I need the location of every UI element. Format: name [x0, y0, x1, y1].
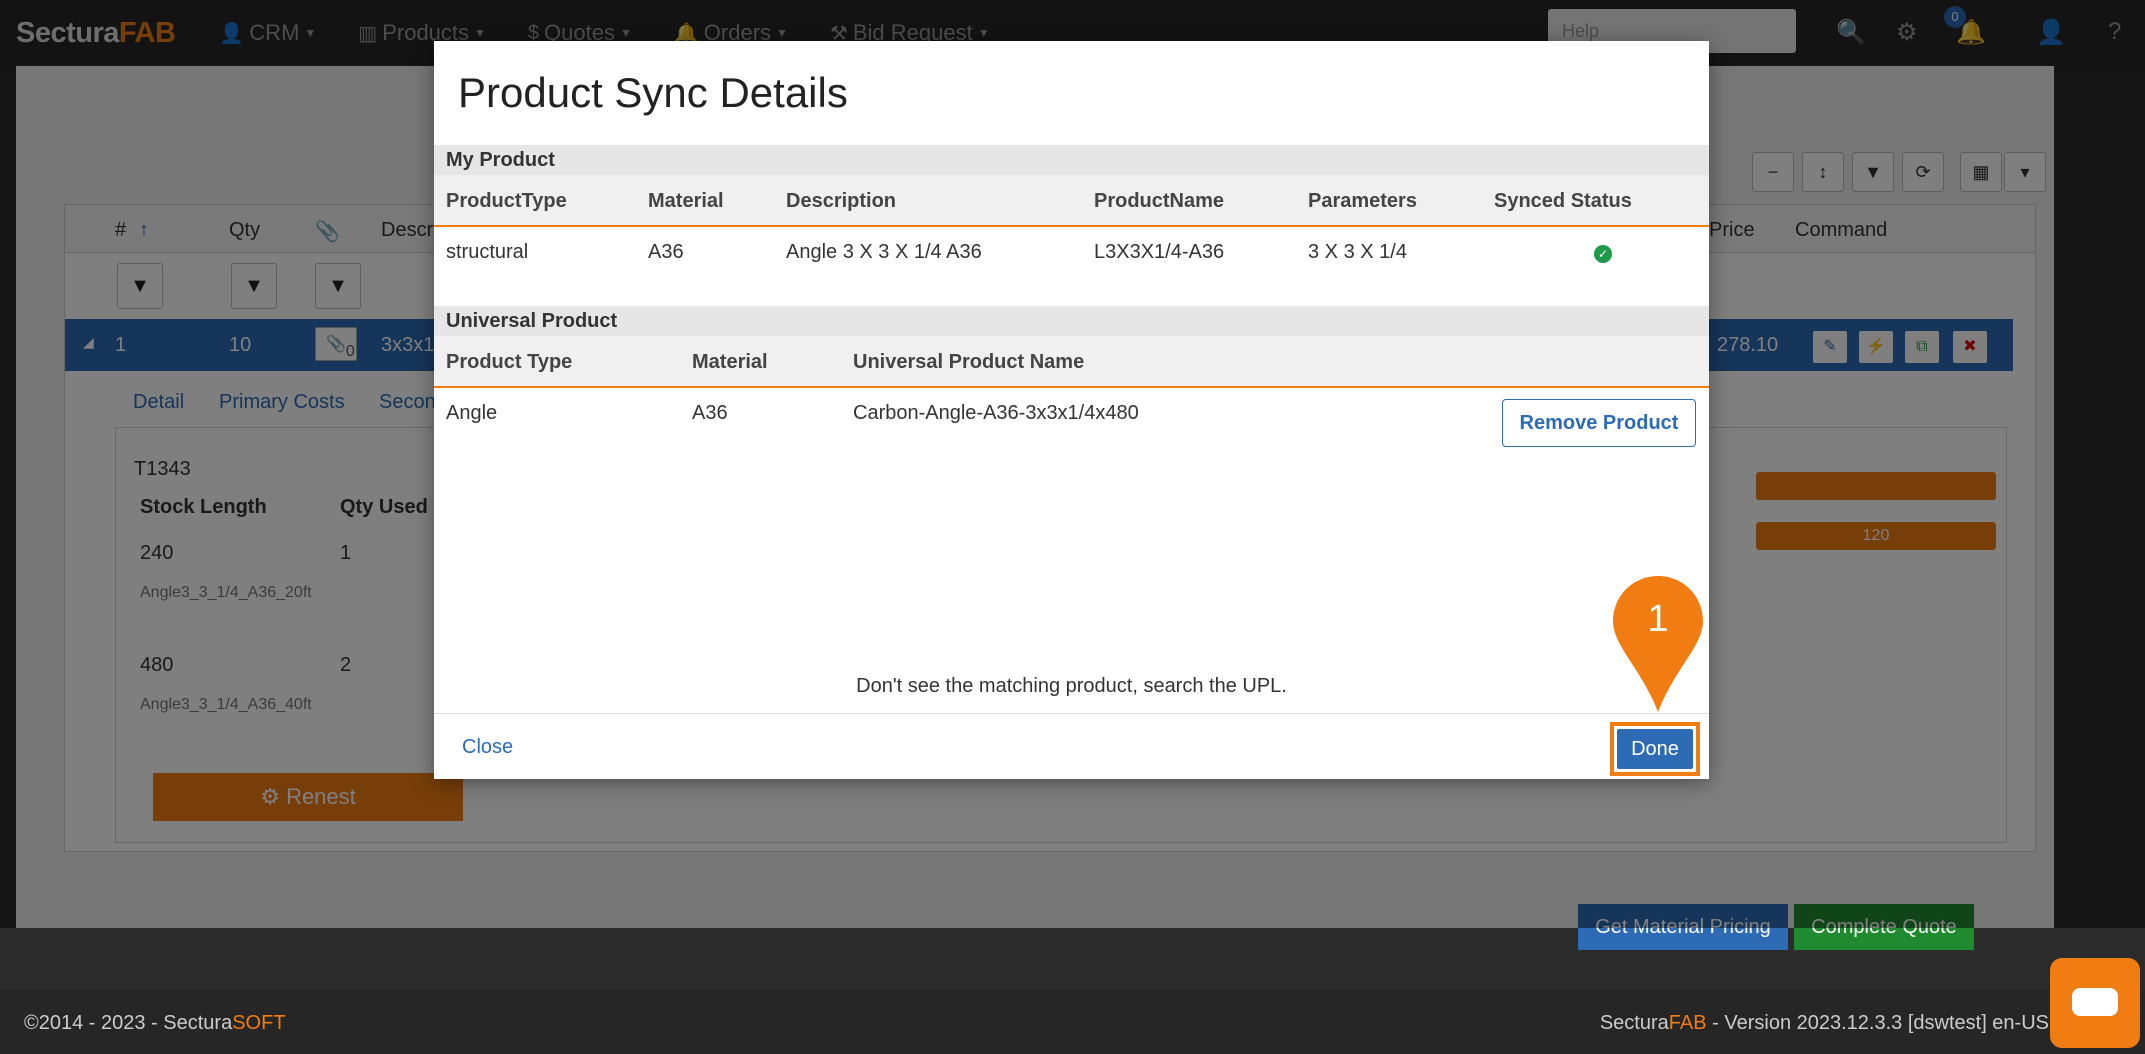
modal-footer: Close Done [434, 713, 1709, 779]
col-description: Description [786, 190, 897, 212]
col-product-type: Product Type [446, 351, 573, 373]
product-sync-modal: Product Sync Details My Product ProductT… [434, 41, 1709, 779]
col-material: Material [648, 190, 724, 212]
col-parameters: Parameters [1308, 190, 1417, 212]
material-value: A36 [648, 241, 684, 263]
synced-check-icon: ✓ [1594, 245, 1612, 263]
close-button[interactable]: Close [462, 736, 513, 759]
chat-widget-button[interactable] [2050, 958, 2140, 1048]
remove-product-button[interactable]: Remove Product [1502, 399, 1696, 447]
material-value: A36 [692, 402, 728, 424]
done-highlight: Done [1610, 722, 1700, 776]
universal-product-section-header: Universal Product [434, 306, 1709, 336]
product-type-value: structural [446, 241, 529, 263]
col-product-name: ProductName [1094, 190, 1225, 212]
col-material: Material [692, 351, 768, 373]
footer: ©2014 - 2023 - SecturaSOFT SecturaFAB - … [0, 990, 2145, 1054]
step-callout-marker: 1 [1611, 574, 1705, 714]
callout-number: 1 [1647, 598, 1669, 640]
universal-product-header-row: Product Type Material Universal Product … [434, 336, 1709, 388]
description-value: Angle 3 X 3 X 1/4 A36 [786, 241, 982, 263]
parameters-value: 3 X 3 X 1/4 [1308, 241, 1407, 263]
col-product-type: ProductType [446, 190, 567, 212]
my-product-row: structural A36 Angle 3 X 3 X 1/4 A36 L3X… [434, 227, 1709, 309]
product-name-value: L3X3X1/4-A36 [1094, 241, 1225, 263]
product-type-value: Angle [446, 402, 498, 424]
version-text: SecturaFAB - Version 2023.12.3.3 [dswtes… [1599, 1012, 2049, 1034]
universal-product-name-value: Carbon-Angle-A36-3x3x1/4x480 [853, 402, 1139, 424]
col-synced-status: Synced Status [1494, 190, 1632, 212]
my-product-header-row: ProductType Material Description Product… [434, 175, 1709, 227]
chat-icon [2072, 988, 2118, 1016]
my-product-section-header: My Product [434, 145, 1709, 175]
col-universal-product-name: Universal Product Name [853, 351, 1085, 373]
done-button[interactable]: Done [1617, 729, 1693, 769]
upl-search-hint: Don't see the matching product, search t… [856, 675, 1287, 697]
modal-title: Product Sync Details [458, 69, 848, 116]
callout-pin-shape [1613, 576, 1703, 712]
copyright-text: ©2014 - 2023 - SecturaSOFT [24, 1012, 286, 1034]
